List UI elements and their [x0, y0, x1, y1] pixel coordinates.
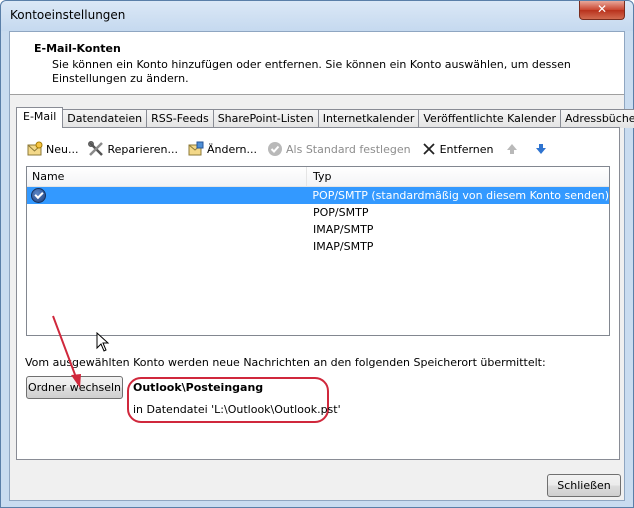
change-button[interactable]: Ändern...: [188, 141, 257, 157]
delivery-info-text: Vom ausgewählten Konto werden neue Nachr…: [25, 356, 546, 369]
account-type: POP/SMTP: [313, 206, 369, 219]
default-check-icon: [267, 141, 283, 157]
account-type: IMAP/SMTP: [313, 223, 374, 236]
delivery-folder-name: Outlook\Posteingang: [133, 381, 264, 394]
account-row[interactable]: POP/SMTP (standardmäßig von diesem Konto…: [27, 187, 609, 204]
account-name-cell: [27, 187, 306, 204]
remove-x-icon: [421, 141, 437, 157]
tab-sharepoint-lists[interactable]: SharePoint-Listen: [212, 109, 319, 128]
tab-rss-feeds[interactable]: RSS-Feeds: [146, 109, 214, 128]
new-button[interactable]: Neu...: [27, 141, 78, 157]
default-account-check-icon: [31, 188, 46, 203]
column-header-type[interactable]: Typ: [307, 167, 609, 186]
tab-email[interactable]: E-Mail: [16, 107, 64, 128]
new-account-icon: [27, 141, 43, 157]
remove-label: Entfernen: [439, 142, 494, 156]
column-header-name[interactable]: Name: [27, 167, 307, 186]
move-down-button[interactable]: [533, 141, 552, 157]
list-header: Name Typ: [27, 167, 609, 187]
annotation-arrow-icon: [52, 315, 81, 388]
tab-bar: E-Mail Datendateien RSS-Feeds SharePoint…: [16, 107, 634, 128]
move-down-icon: [533, 141, 549, 157]
tab-data-files[interactable]: Datendateien: [62, 109, 148, 128]
account-name-cell: [27, 221, 307, 238]
account-name-cell: [27, 238, 307, 255]
close-dialog-button[interactable]: Schließen: [547, 474, 621, 497]
repair-label: Reparieren...: [107, 142, 178, 156]
set-default-label: Als Standard festlegen: [286, 142, 411, 156]
repair-button[interactable]: Reparieren...: [88, 141, 178, 157]
dialog-content: E-Mail-Konten Sie können ein Konto hinzu…: [9, 31, 634, 501]
tab-address-books[interactable]: Adressbücher: [560, 109, 634, 128]
account-row[interactable]: IMAP/SMTP: [27, 221, 609, 238]
account-row[interactable]: IMAP/SMTP: [27, 238, 609, 255]
repair-tools-icon: [88, 141, 104, 157]
window-close-button[interactable]: ✕: [579, 1, 625, 20]
section-title: E-Mail-Konten: [34, 42, 121, 55]
tab-internet-calendars[interactable]: Internetkalender: [317, 109, 420, 128]
header-divider: [10, 94, 624, 95]
account-name-cell: [27, 204, 307, 221]
move-up-icon: [504, 141, 520, 157]
move-up-button[interactable]: [504, 141, 523, 157]
tab-published-calendars[interactable]: Veröffentlichte Kalender: [418, 109, 561, 128]
mouse-pointer-icon: [96, 332, 110, 352]
remove-button[interactable]: Entfernen: [421, 141, 494, 157]
set-default-button[interactable]: Als Standard festlegen: [267, 141, 411, 157]
account-type: IMAP/SMTP: [313, 240, 374, 253]
toolbar: Neu... Reparieren... Ändern... Als Stand…: [27, 138, 562, 160]
account-settings-window: Kontoeinstellungen ✕ E-Mail-Konten Sie k…: [0, 0, 634, 508]
change-label: Ändern...: [206, 142, 258, 156]
change-account-icon: [188, 141, 204, 157]
account-row[interactable]: POP/SMTP: [27, 204, 609, 221]
header-area: E-Mail-Konten Sie können ein Konto hinzu…: [10, 32, 624, 94]
section-description: Sie können ein Konto hinzufügen oder ent…: [52, 58, 571, 85]
window-title: Kontoeinstellungen: [10, 8, 126, 22]
account-type: POP/SMTP (standardmäßig von diesem Konto…: [312, 189, 609, 202]
delivery-data-file: in Datendatei 'L:\Outlook\Outlook.pst': [133, 403, 341, 416]
account-list[interactable]: Name Typ POP/SMTP (standardmäßig von die…: [26, 166, 610, 336]
title-bar[interactable]: Kontoeinstellungen ✕: [1, 1, 633, 31]
new-label: Neu...: [46, 142, 79, 156]
